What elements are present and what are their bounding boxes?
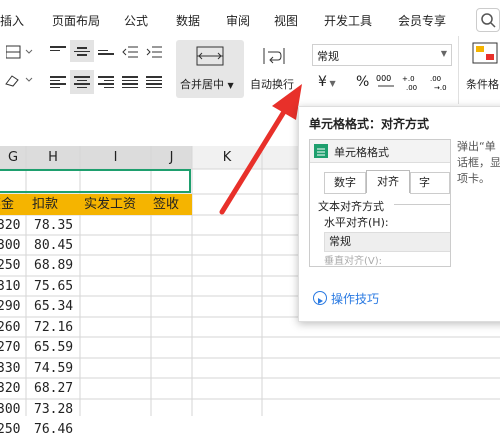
cell-bonus[interactable]: 270 xyxy=(0,338,20,358)
align-center-icon[interactable] xyxy=(74,74,90,88)
menu-formula[interactable]: 公式 xyxy=(124,12,148,29)
header-deduction[interactable]: 扣款 xyxy=(32,195,58,215)
align-right-icon[interactable] xyxy=(98,74,114,88)
align-bottom-icon[interactable] xyxy=(98,44,114,58)
dialog-preview: 单元格格式 数字 对齐 字 文本对齐方式 水平对齐(H): 常规 垂直对齐(V)… xyxy=(309,139,451,267)
dialog-title: 单元格格式 xyxy=(334,146,389,159)
decrease-decimal-icon[interactable]: .00 →.0 xyxy=(430,72,452,96)
cell-deduction[interactable]: 65.34 xyxy=(34,297,73,317)
h-align-select: 常规 xyxy=(324,232,450,252)
play-icon[interactable] xyxy=(313,291,327,305)
ribbon-divider xyxy=(458,36,459,104)
text-align-section: 文本对齐方式 xyxy=(318,200,384,213)
cell-deduction[interactable]: 68.27 xyxy=(34,379,73,399)
search-icon[interactable] xyxy=(476,8,500,32)
conditional-format-icon[interactable] xyxy=(472,42,500,68)
red-arrow xyxy=(219,84,302,215)
cell-deduction[interactable]: 68.89 xyxy=(34,256,73,276)
cell-deduction[interactable]: 80.45 xyxy=(34,236,73,256)
border-icon[interactable] xyxy=(5,44,33,59)
align-justify-icon[interactable] xyxy=(122,74,138,88)
tab-alignment: 对齐 xyxy=(366,170,410,193)
v-align-label: 垂直对齐(V): xyxy=(324,256,383,267)
cell-bonus[interactable]: 250 xyxy=(0,256,20,276)
cell-bonus[interactable]: 320 xyxy=(0,379,20,399)
wrap-text-icon xyxy=(262,46,286,70)
align-distributed-icon[interactable] xyxy=(146,74,162,88)
increase-decimal-icon[interactable]: +.0.00 xyxy=(402,72,424,96)
cell-deduction[interactable]: 65.59 xyxy=(34,338,73,358)
cell-bonus[interactable]: 250 xyxy=(0,420,20,440)
align-top-icon[interactable] xyxy=(50,44,66,58)
tips-link[interactable]: 操作技巧 xyxy=(331,290,379,307)
column-header-h[interactable]: H xyxy=(26,146,80,169)
thousands-separator-icon[interactable]: 000 xyxy=(376,72,396,96)
currency-button[interactable]: ¥ ▼ xyxy=(318,74,336,90)
svg-text:000: 000 xyxy=(376,74,391,83)
menu-member[interactable]: 会员专享 xyxy=(398,12,446,29)
svg-text:.00: .00 xyxy=(430,75,441,83)
column-header-i[interactable]: I xyxy=(80,146,151,169)
cell-deduction[interactable]: 76.46 xyxy=(34,420,73,440)
menu-review[interactable]: 审阅 xyxy=(226,12,250,29)
menu-view[interactable]: 视图 xyxy=(274,12,298,29)
column-header-g[interactable]: G xyxy=(0,146,26,169)
cell-bonus[interactable]: 320 xyxy=(0,216,20,236)
cell-deduction[interactable]: 73.28 xyxy=(34,400,73,420)
header-bonus[interactable]: 奖金 xyxy=(0,195,14,215)
format-cells-tooltip: 单元格格式：对齐方式 弹出“单 话框，显 项卡。 单元格格式 数字 对齐 字 文… xyxy=(298,106,500,322)
merge-center-icon xyxy=(196,46,224,70)
conditional-format-label[interactable]: 条件格 xyxy=(466,76,499,92)
number-format-select[interactable]: 常规 ▼ xyxy=(312,44,452,66)
align-left-icon[interactable] xyxy=(50,74,66,88)
align-middle-icon[interactable] xyxy=(74,45,90,59)
svg-text:→.0: →.0 xyxy=(434,84,447,92)
tab-font: 字 xyxy=(410,172,450,194)
indent-increase-icon[interactable] xyxy=(146,44,162,58)
tooltip-title: 单元格格式：对齐方式 xyxy=(309,117,430,131)
cell-bonus[interactable]: 300 xyxy=(0,400,20,420)
currency-symbol: ¥ xyxy=(318,74,327,90)
column-header-j[interactable]: J xyxy=(151,146,192,169)
sheet-app-icon xyxy=(314,144,328,158)
tooltip-description: 弹出“单 话框，显 项卡。 xyxy=(457,140,500,185)
tab-number: 数字 xyxy=(324,172,366,194)
menu-page-layout[interactable]: 页面布局 xyxy=(52,12,100,29)
menu-data[interactable]: 数据 xyxy=(176,12,200,29)
cell-bonus[interactable]: 290 xyxy=(0,297,20,317)
h-align-label: 水平对齐(H): xyxy=(324,216,389,229)
cell-bonus[interactable]: 300 xyxy=(0,236,20,256)
header-net-pay[interactable]: 实发工资 xyxy=(84,195,136,215)
cell-deduction[interactable]: 75.65 xyxy=(34,277,73,297)
cell-bonus[interactable]: 260 xyxy=(0,318,20,338)
header-sign[interactable]: 签收 xyxy=(153,195,179,215)
cell-deduction[interactable]: 72.16 xyxy=(34,318,73,338)
cell-deduction[interactable]: 74.59 xyxy=(34,359,73,379)
chevron-down-icon: ▼ xyxy=(326,79,336,88)
number-format-value: 常规 xyxy=(317,50,339,63)
eraser-icon[interactable] xyxy=(4,72,33,88)
svg-text:.00: .00 xyxy=(406,84,417,92)
percent-button[interactable]: % xyxy=(356,74,369,90)
menu-developer[interactable]: 开发工具 xyxy=(324,12,372,29)
indent-decrease-icon[interactable] xyxy=(122,44,138,58)
selected-cell-range[interactable] xyxy=(0,169,191,193)
chevron-down-icon: ▼ xyxy=(440,49,447,58)
cell-bonus[interactable]: 310 xyxy=(0,277,20,297)
menu-insert[interactable]: 插入 xyxy=(0,12,24,29)
cell-deduction[interactable]: 78.35 xyxy=(34,216,73,236)
cell-bonus[interactable]: 330 xyxy=(0,359,20,379)
svg-text:+.0: +.0 xyxy=(402,75,415,83)
menu-bar: 插入 页面布局 公式 数据 审阅 视图 开发工具 会员专享 xyxy=(0,0,500,36)
